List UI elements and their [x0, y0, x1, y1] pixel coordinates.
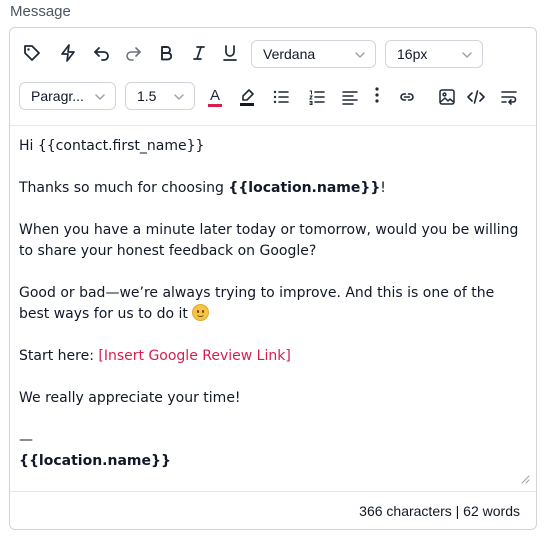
highlight-icon[interactable]: [234, 84, 260, 110]
chevron-down-icon: [174, 94, 184, 100]
bullet-list-icon[interactable]: [268, 84, 294, 110]
signature-dash: —: [19, 432, 33, 448]
image-icon[interactable]: [434, 84, 460, 110]
chevron-down-icon: [355, 52, 365, 58]
chevron-down-icon: [95, 94, 105, 100]
resize-handle-icon[interactable]: [520, 474, 530, 484]
font-size-value: 16px: [397, 46, 428, 62]
start-line: Start here: [Insert Google Review Link]: [19, 346, 527, 367]
text-wrap-icon[interactable]: [496, 84, 522, 110]
greeting-line: Hi {{contact.first_name}}: [19, 138, 205, 154]
redo-icon[interactable]: [120, 40, 146, 66]
font-family-select[interactable]: Verdana: [251, 40, 376, 68]
signature-line: {{location.name}}: [19, 451, 527, 472]
highlight-swatch: [240, 103, 254, 106]
numbered-list-icon[interactable]: [304, 84, 330, 110]
smiley-emoji-icon: [192, 304, 210, 321]
message-body[interactable]: Hi {{contact.first_name}} Thanks so much…: [19, 136, 527, 488]
character-word-count: 366 characters | 62 words: [359, 503, 520, 519]
text-color-letter: A: [209, 86, 220, 104]
block-type-value: Paragr...: [31, 88, 84, 104]
tag-icon[interactable]: [19, 40, 45, 66]
thanks-prefix: Thanks so much for choosing: [19, 180, 229, 196]
more-icon[interactable]: [364, 82, 390, 108]
appreciate-line: We really appreciate your time!: [19, 390, 241, 406]
lightning-icon[interactable]: [55, 40, 81, 66]
chevron-down-icon: [462, 52, 472, 58]
improve-text: best ways for us to do it: [19, 306, 193, 322]
text-color-icon[interactable]: A: [202, 84, 228, 110]
align-icon[interactable]: [337, 84, 363, 110]
line-height-value: 1.5: [137, 88, 157, 104]
italic-icon[interactable]: [186, 40, 212, 66]
rich-text-editor: Verdana 16px Paragr... 1.5 A Hi {{contac…: [9, 27, 537, 530]
undo-icon[interactable]: [89, 40, 115, 66]
request-line-1: When you have a minute later today or to…: [19, 222, 519, 238]
code-icon[interactable]: [463, 84, 489, 110]
thanks-suffix: !: [380, 180, 386, 196]
text-color-swatch: [208, 103, 222, 107]
editor-footer: 366 characters | 62 words: [10, 491, 536, 529]
improve-line-2: best ways for us to do it: [19, 304, 527, 325]
link-icon[interactable]: [394, 84, 420, 110]
bold-icon[interactable]: [153, 40, 179, 66]
block-type-select[interactable]: Paragr...: [19, 82, 116, 110]
google-review-link[interactable]: [Insert Google Review Link]: [98, 348, 290, 364]
thanks-line: Thanks so much for choosing {{location.n…: [19, 178, 527, 199]
editor-toolbar: Verdana 16px Paragr... 1.5 A: [10, 28, 536, 126]
location-merge-tag: {{location.name}}: [228, 180, 381, 196]
line-height-select[interactable]: 1.5: [125, 82, 195, 110]
start-prefix: Start here:: [19, 348, 99, 364]
font-family-value: Verdana: [263, 46, 316, 62]
request-line-2: to share your honest feedback on Google?: [19, 243, 317, 259]
font-size-select[interactable]: 16px: [385, 40, 483, 68]
improve-line-1: Good or bad—we’re always trying to impro…: [19, 285, 495, 301]
underline-icon[interactable]: [217, 40, 243, 66]
message-label: Message: [10, 3, 71, 20]
signature-merge-tag: {{location.name}}: [19, 453, 171, 469]
